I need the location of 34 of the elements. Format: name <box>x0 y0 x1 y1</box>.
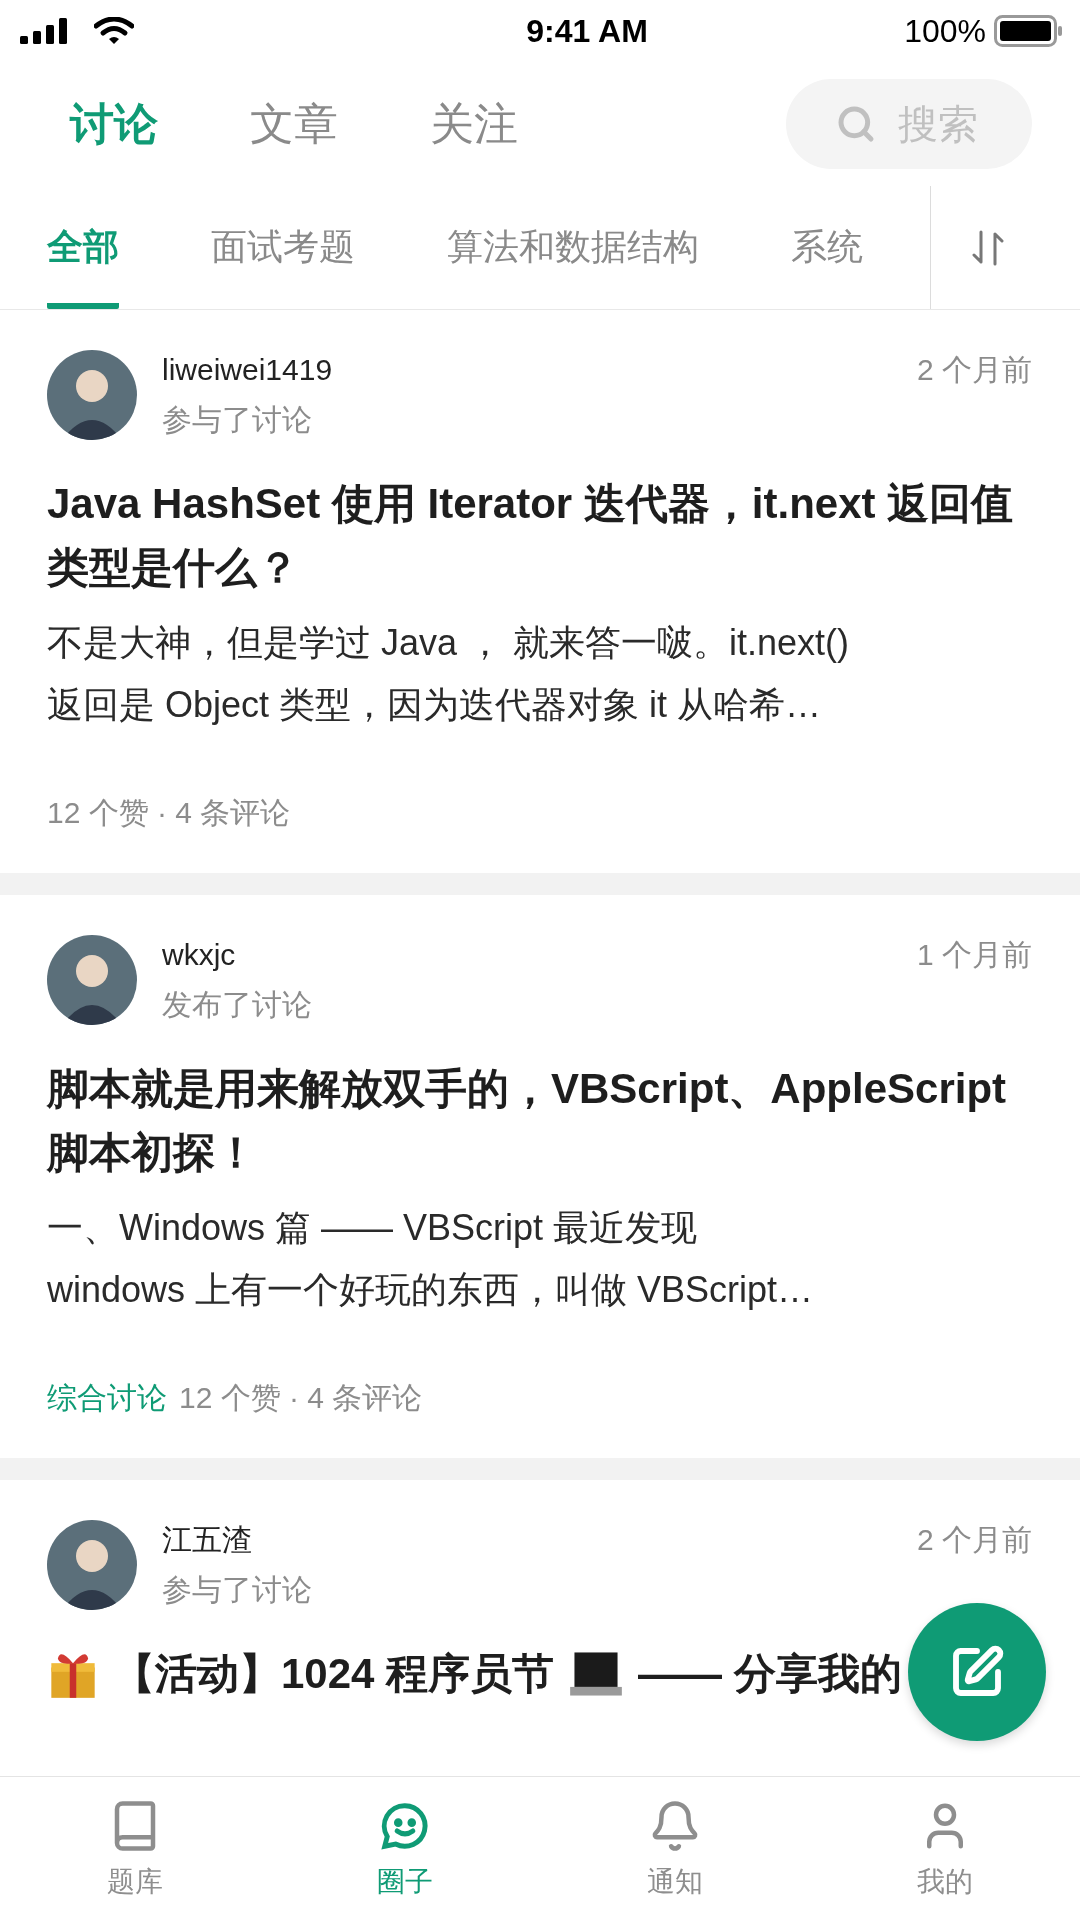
status-time: 9:41 AM <box>526 12 648 50</box>
post-action: 参与了讨论 <box>162 402 312 438</box>
category-tab[interactable]: 算法和数据结构 <box>447 186 699 309</box>
category-tab[interactable]: 系统 <box>791 186 863 309</box>
bottom-tab[interactable]: 通知 <box>540 1777 810 1920</box>
username[interactable]: 江五渣 <box>162 1520 252 1560</box>
search-icon <box>836 104 876 144</box>
post-action: 发布了讨论 <box>162 987 312 1023</box>
top-tab[interactable]: 关注 <box>430 94 518 154</box>
username[interactable]: liweiwei1419 <box>162 350 333 390</box>
post-excerpt: 不是大神，但是学过 Java ， 就来答一啵。it.next() 返回是 Object 类型，因为迭代器对象 it 从哈希… <box>47 621 851 727</box>
battery-percent: 100% <box>904 12 986 50</box>
post-time: 1 个月前 <box>916 937 1032 973</box>
top-tab[interactable]: 文章 <box>250 94 338 154</box>
top-tab[interactable]: 讨论 <box>70 94 158 154</box>
category-tab[interactable]: 全部 <box>47 186 119 309</box>
post-time: 2 个月前 <box>916 1522 1032 1558</box>
post-action: 参与了讨论 <box>162 1572 312 1608</box>
category-tab[interactable]: 面试考题 <box>211 186 355 309</box>
post-time: 2 个月前 <box>916 352 1032 388</box>
bottom-tab[interactable]: 圈子 <box>270 1777 540 1920</box>
topic-tag[interactable]: 综合讨论 <box>47 1378 167 1418</box>
post-title[interactable]: 脚本就是用来解放双手的，VBScript、AppleScript 脚本初探！ <box>47 1057 1032 1185</box>
post-excerpt: 一、Windows 篇 —— VBScript 最近发现 windows 上有一个好玩的东西，叫做 VBScript… <box>47 1206 815 1312</box>
wifi-icon <box>94 17 134 45</box>
post-stats: 12 个赞 · 4 条评论 <box>179 1380 423 1416</box>
post-title[interactable]: 【活动】1024 程序员节 <box>113 1642 555 1706</box>
username[interactable]: wkxjc <box>162 935 236 975</box>
post-stats: 12 个赞 · 4 条评论 <box>47 795 291 831</box>
battery-icon <box>994 15 1064 47</box>
post-title[interactable]: Java HashSet 使用 Iterator 迭代器，it.next 返回值类型是什么？ <box>47 472 1032 600</box>
bottom-tab[interactable]: 题库 <box>0 1777 270 1920</box>
post-title[interactable]: —— 分享我的 <box>638 1642 902 1706</box>
bottom-tab[interactable]: 我的 <box>810 1777 1080 1920</box>
